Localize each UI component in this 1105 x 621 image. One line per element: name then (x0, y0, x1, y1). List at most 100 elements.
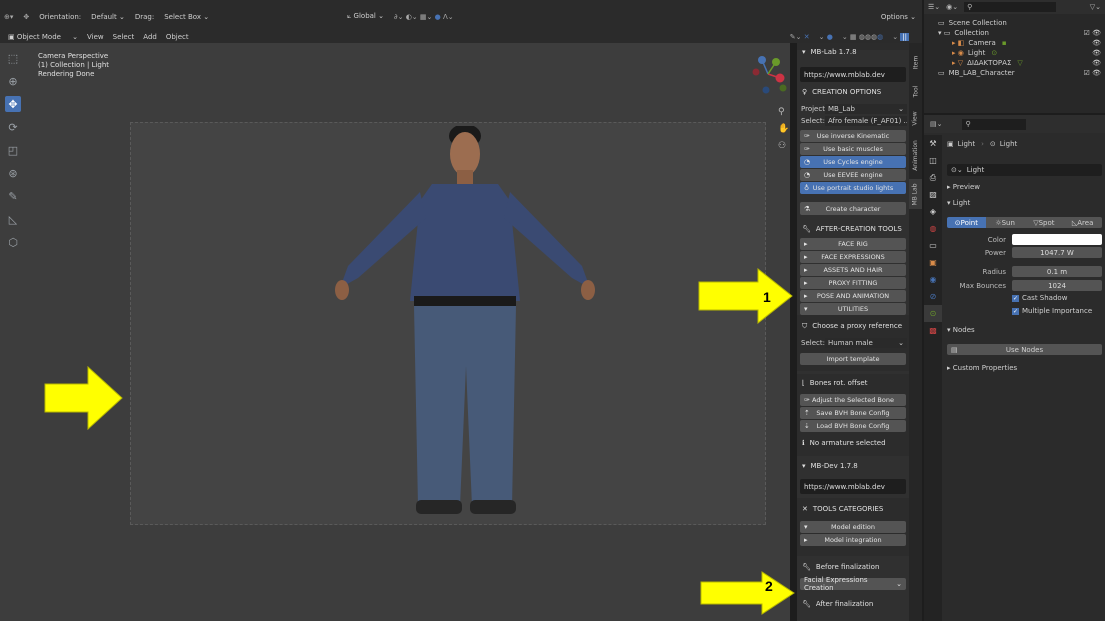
outliner-row[interactable]: ▭ MB_LAB_Character ☑ 👁︎ (924, 68, 1105, 78)
move-icon[interactable]: ✥ (5, 96, 21, 112)
tab-animation[interactable]: Animation (909, 133, 922, 177)
collection-icon[interactable]: ▭ (924, 237, 942, 254)
light-type-area[interactable]: ◺ Area (1063, 217, 1102, 228)
use-portrait-lights-toggle[interactable]: ♁ Use portrait studio lights (800, 182, 906, 194)
light-type-point[interactable]: ⊙ Point (947, 217, 986, 228)
transform-orientation-dropdown[interactable]: ⟀ Global ⌄ (347, 12, 384, 21)
radius-field[interactable]: 0.1 m (1012, 266, 1102, 277)
viewport-shading-controls[interactable]: ✎⌄ ✕ ⌄ ● ⌄ ▦ ◍◍◍◍ ⌄ || (790, 32, 918, 41)
orientation-dropdown[interactable]: Default ⌄ (91, 13, 125, 21)
load-bvh-button[interactable]: ⇣ Load BVH Bone Config (800, 420, 906, 432)
annotate-icon[interactable]: ✎ (5, 188, 21, 204)
editor-type-icon[interactable]: ▤⌄ (930, 120, 942, 128)
mbdev-panel-title[interactable]: ▾ MB-Dev 1.7.8 (797, 459, 858, 473)
character-model[interactable] (320, 124, 610, 524)
camera-icon[interactable]: ⚇ (778, 138, 792, 155)
tool-categories-list: ▾ Model edition ▸ Model integration (797, 521, 909, 547)
scale-icon[interactable]: ◰ (5, 142, 21, 158)
outliner-row[interactable]: ▸ ▽ ΔΙΔΑΚΤΟΡΑΣ ▽ 👁︎ (924, 58, 1105, 68)
transform-pivot-icon[interactable]: ✥ (23, 13, 29, 21)
cursor-icon[interactable]: ⊕ (5, 73, 21, 89)
constraints-icon[interactable]: ⊘ (924, 288, 942, 305)
mblab-panel-title[interactable]: ▾ MB-Lab 1.7.8 (797, 45, 857, 59)
properties-search-input[interactable]: ⚲ (962, 118, 1027, 130)
editor-type-icon[interactable]: ☰⌄ (928, 3, 940, 11)
use-inverse-kinematic-toggle[interactable]: ✑ Use inverse Kinematic (800, 130, 906, 142)
outliner-row[interactable]: ▾ ▭ Collection ☑ 👁︎ (924, 28, 1105, 38)
character-select-dropdown[interactable]: Afro female (F_AF01) ...⌄ (825, 116, 907, 126)
proxy-select-dropdown[interactable]: Human male ⌄ (825, 338, 907, 348)
physics-icon[interactable]: ◉ (924, 271, 942, 288)
filter-icon[interactable]: ▽⌄ (1090, 3, 1101, 11)
multiple-importance-checkbox[interactable]: ✓ Multiple Importance (1012, 307, 1092, 315)
scene-icon[interactable]: ◈ (924, 203, 942, 220)
tool-icon[interactable]: ⚒ (924, 135, 942, 152)
menu-view[interactable]: View (87, 33, 104, 41)
assets-and-hair-item[interactable]: ▸ ASSETS AND HAIR (800, 264, 906, 276)
outliner-search-input[interactable]: ⚲ (964, 2, 1057, 12)
tab-mb-lab[interactable]: MB Lab (909, 179, 922, 209)
menu-add[interactable]: Add (143, 33, 157, 41)
tab-view[interactable]: View (909, 105, 922, 131)
drag-dropdown[interactable]: Select Box ⌄ (164, 13, 209, 21)
menu-object[interactable]: Object (166, 33, 189, 41)
mbdev-url-field[interactable]: https://www.mblab.dev (800, 479, 906, 494)
facial-expressions-dropdown[interactable]: Facial Expressions Creation ⌄ (800, 576, 906, 592)
model-integration-item[interactable]: ▸ Model integration (800, 534, 906, 546)
cast-shadow-checkbox[interactable]: ✓ Cast Shadow (1012, 294, 1067, 302)
zoom-icon[interactable]: ⚲ (778, 104, 792, 121)
nodes-panel-header[interactable]: ▾ Nodes (947, 326, 975, 334)
texture-icon[interactable]: ▩ (924, 322, 942, 339)
model-edition-item[interactable]: ▾ Model edition (800, 521, 906, 533)
editor-type-icon[interactable]: ⊕▾ (4, 13, 13, 21)
measure-icon[interactable]: ◺ (5, 211, 21, 227)
object-icon[interactable]: ▣ (924, 254, 942, 271)
mode-dropdown[interactable]: ▣ Object Mode ⌄ (8, 33, 78, 41)
import-template-button[interactable]: Import template (800, 353, 906, 365)
power-field[interactable]: 1047.7 W (1012, 247, 1102, 258)
max-bounces-field[interactable]: 1024 (1012, 280, 1102, 291)
options-dropdown[interactable]: Options ⌄ (881, 13, 916, 21)
tab-item[interactable]: Item (909, 47, 922, 77)
select-box-icon[interactable]: ⬚ (5, 50, 21, 66)
use-eevee-engine-toggle[interactable]: ◔ Use EEVEE engine (800, 169, 906, 181)
snap-icon[interactable]: ∂⌄ ◐⌄ ▦⌄ ● Λ⌄ (394, 13, 454, 21)
light-panel-header[interactable]: ▾ Light (947, 199, 970, 207)
outliner-row[interactable]: ▭ Scene Collection (924, 18, 1105, 28)
outliner-row[interactable]: ▸ ◉ Light ⊙ 👁︎ (924, 48, 1105, 58)
mesh-icon: ▸ ▽ (952, 59, 964, 67)
project-dropdown[interactable]: MB_Lab ⌄ (825, 104, 907, 114)
menu-select[interactable]: Select (113, 33, 135, 41)
outliner-row[interactable]: ▸ ◧ Camera ▪ 👁︎ (924, 38, 1105, 48)
tab-tool[interactable]: Tool (909, 79, 922, 103)
display-mode-icon[interactable]: ◉⌄ (946, 3, 958, 11)
proxy-fitting-item[interactable]: ▸ PROXY FITTING (800, 277, 906, 289)
add-cube-icon[interactable]: ⬡ (5, 234, 21, 250)
light-type-spot[interactable]: ▽ Spot (1024, 217, 1064, 228)
output-icon[interactable]: ⎙ (924, 169, 942, 186)
preview-panel-header[interactable]: ▸ Preview (947, 183, 980, 191)
use-basic-muscles-toggle[interactable]: ✑ Use basic muscles (800, 143, 906, 155)
custom-properties-header[interactable]: ▸ Custom Properties (947, 364, 1017, 372)
pose-and-animation-item[interactable]: ▸ POSE AND ANIMATION (800, 290, 906, 302)
light-datablock-field[interactable]: ⊙⌄ Light (947, 164, 1102, 176)
view-layer-icon[interactable]: ▨ (924, 186, 942, 203)
save-bvh-button[interactable]: ⇡ Save BVH Bone Config (800, 407, 906, 419)
face-expressions-item[interactable]: ▸ FACE EXPRESSIONS (800, 251, 906, 263)
navigation-gizmo[interactable] (750, 52, 790, 96)
render-icon[interactable]: ◫ (924, 152, 942, 169)
rotate-icon[interactable]: ⟳ (5, 119, 21, 135)
adjust-bone-button[interactable]: ✑ Adjust the Selected Bone (800, 394, 906, 406)
transform-icon[interactable]: ⊛ (5, 165, 21, 181)
mblab-url-field[interactable]: https://www.mblab.dev (800, 67, 906, 82)
use-cycles-engine-toggle[interactable]: ◔ Use Cycles engine (800, 156, 906, 168)
color-swatch[interactable] (1012, 234, 1102, 245)
utilities-item[interactable]: ▾ UTILITIES (800, 303, 906, 315)
light-type-sun[interactable]: ☼ Sun (985, 217, 1025, 228)
use-nodes-button[interactable]: ▤ Use Nodes (947, 344, 1102, 355)
world-icon[interactable]: ◍ (924, 220, 942, 237)
create-character-button[interactable]: ⚗ Create character (800, 202, 906, 215)
face-rig-item[interactable]: ▸ FACE RIG (800, 238, 906, 250)
light-data-tab-icon[interactable]: ⊙ (924, 305, 942, 322)
hand-icon[interactable]: ✋ (778, 121, 792, 138)
